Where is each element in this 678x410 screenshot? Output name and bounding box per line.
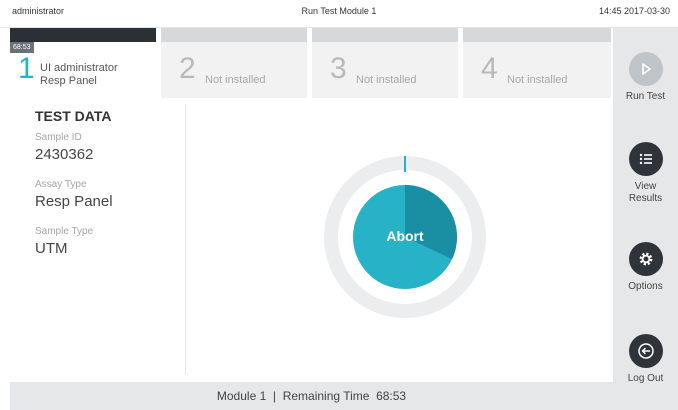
abort-label[interactable]: Abort	[320, 228, 490, 244]
module-tabs: 68:53 1 UI administrator Resp Panel 2 No…	[10, 28, 613, 98]
play-icon	[641, 63, 651, 75]
module-user: UI administrator	[40, 62, 118, 74]
sample-type-value: UTM	[35, 240, 68, 257]
test-data-heading: TEST DATA	[35, 108, 112, 124]
log-out-button[interactable]	[628, 334, 663, 368]
window-title: Run Test Module 1	[301, 6, 377, 16]
module-number: 3	[330, 52, 347, 85]
view-results-action[interactable]: View Results	[613, 142, 678, 205]
sample-id-value: 2430362	[35, 146, 94, 163]
gear-icon	[639, 252, 652, 266]
tab-module-2[interactable]: 2 Not installed	[161, 28, 309, 98]
run-test-label: Run Test	[625, 91, 666, 102]
sample-type-label: Sample Type	[35, 226, 94, 237]
module-status: Not installed	[507, 74, 568, 86]
action-sidebar: Run Test View Results Options Log Out	[613, 28, 678, 410]
datetime: 14:45 2017-03-30	[598, 6, 670, 16]
options-button[interactable]	[628, 242, 663, 276]
module-number: 4	[481, 52, 498, 85]
module-progress-bar	[10, 28, 156, 42]
sample-id-label: Sample ID	[35, 132, 82, 143]
test-data-panel: TEST DATA Sample ID 2430362 Assay Type R…	[35, 108, 185, 257]
tab-module-4[interactable]: 4 Not installed	[463, 28, 613, 98]
log-out-icon	[637, 343, 654, 359]
module-number: 1	[18, 52, 35, 85]
panel-divider	[185, 104, 186, 374]
top-status-bar: administrator Run Test Module 1 14:45 20…	[0, 0, 678, 28]
module-status: Not installed	[356, 74, 417, 86]
view-results-button[interactable]	[628, 142, 663, 176]
options-action[interactable]: Options	[613, 242, 678, 293]
log-out-label: Log Out	[627, 373, 664, 384]
module-status: Not installed	[205, 74, 266, 86]
run-test-button[interactable]	[628, 52, 663, 86]
module-progress-bar	[161, 28, 307, 42]
bottom-status-bar: Module 1 | Remaining Time 68:53	[10, 382, 613, 410]
tab-module-3[interactable]: 3 Not installed	[312, 28, 460, 98]
module-progress-bar	[463, 28, 611, 42]
log-out-action[interactable]: Log Out	[613, 334, 678, 385]
run-test-action[interactable]: Run Test	[613, 52, 678, 103]
test-progress-ring: Abort	[320, 152, 490, 322]
module-progress-bar	[312, 28, 458, 42]
list-icon	[639, 153, 652, 165]
view-results-label: View Results	[628, 181, 663, 204]
assay-type-value: Resp Panel	[35, 193, 113, 210]
module-number: 2	[179, 52, 196, 85]
tab-module-1[interactable]: 68:53 1 UI administrator Resp Panel	[10, 28, 158, 98]
remaining-time-status: Module 1 | Remaining Time 68:53	[216, 389, 407, 403]
module-assay: Resp Panel	[40, 75, 97, 87]
options-label: Options	[628, 281, 663, 292]
assay-type-label: Assay Type	[35, 179, 87, 190]
